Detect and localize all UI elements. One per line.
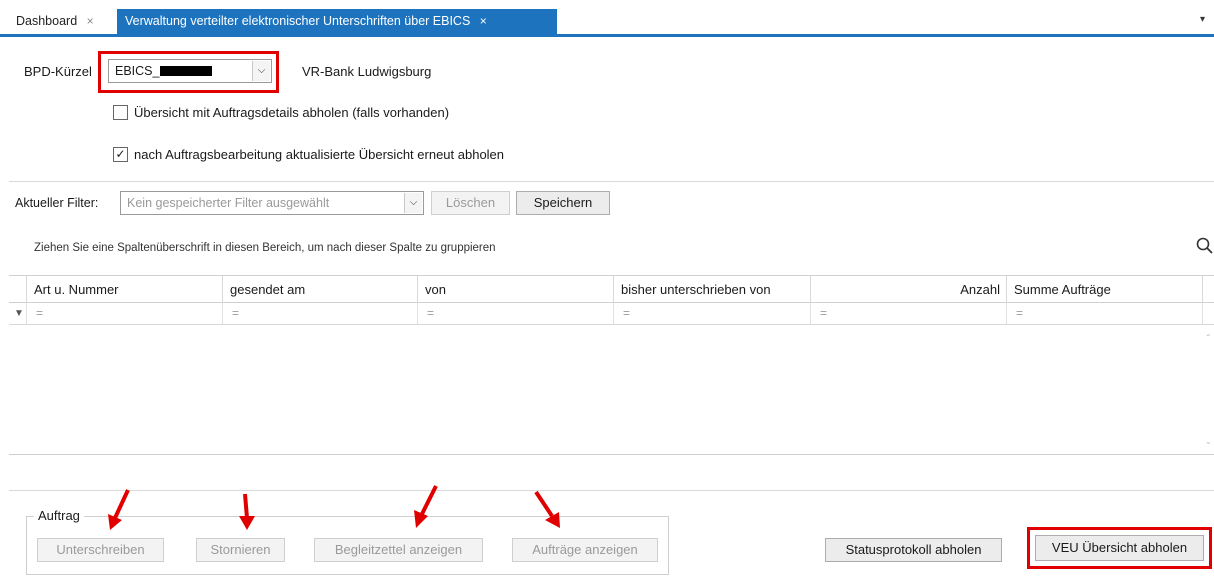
divider bbox=[9, 181, 1214, 182]
grid-filter-row: ▼ = = = = = = bbox=[9, 303, 1214, 325]
veu-overview-button[interactable]: VEU Übersicht abholen bbox=[1035, 535, 1204, 561]
annotation-arrow-icon bbox=[414, 485, 438, 528]
tab-bar: Dashboard × Verwaltung verteilter elektr… bbox=[0, 0, 1214, 37]
refresh-checkbox-label: nach Auftragsbearbeitung aktualisierte Ü… bbox=[134, 147, 505, 162]
bpd-select[interactable]: EBICS_ ⌵ bbox=[108, 59, 272, 83]
filter-cell[interactable]: = bbox=[27, 303, 223, 324]
scroll-up-icon[interactable]: ⌃ bbox=[1205, 333, 1212, 342]
vertical-scrollbar[interactable]: ⌃ ⌄ bbox=[1204, 325, 1214, 455]
filter-cell[interactable]: = bbox=[418, 303, 614, 324]
tab-menu-chevron-icon[interactable]: ▾ bbox=[1200, 14, 1205, 25]
grid-body: ⌃ ⌄ bbox=[9, 325, 1214, 455]
row-indicator-header bbox=[9, 276, 27, 303]
divider bbox=[9, 490, 1214, 491]
bpd-label: BPD-Kürzel bbox=[24, 64, 92, 79]
redaction-mark bbox=[160, 66, 213, 76]
column-header-gesendet[interactable]: gesendet am bbox=[223, 276, 418, 303]
bank-name: VR-Bank Ludwigsburg bbox=[302, 64, 432, 79]
auftrag-group-title: Auftrag bbox=[34, 508, 84, 523]
filter-funnel-icon: ▼ bbox=[9, 303, 27, 324]
bpd-select-value: EBICS_ bbox=[115, 64, 160, 78]
tab-dashboard[interactable]: Dashboard × bbox=[8, 9, 116, 34]
delete-filter-button[interactable]: Löschen bbox=[431, 191, 510, 215]
details-checkbox[interactable] bbox=[113, 105, 128, 120]
grid-header: Art u. Nummer gesendet am von bisher unt… bbox=[9, 275, 1214, 303]
filter-select[interactable]: Kein gespeicherter Filter ausgewählt ⌵ bbox=[120, 191, 424, 215]
checkmark-icon: ✓ bbox=[115, 147, 126, 161]
filter-cell[interactable]: = bbox=[614, 303, 811, 324]
column-header-anzahl[interactable]: Anzahl bbox=[811, 276, 1007, 303]
details-checkbox-label: Übersicht mit Auftragsdetails abholen (f… bbox=[134, 105, 450, 120]
show-orders-button[interactable]: Aufträge anzeigen bbox=[512, 538, 658, 562]
refresh-checkbox[interactable]: ✓ bbox=[113, 147, 128, 162]
annotation-arrow-icon bbox=[108, 489, 130, 530]
column-header-unterschrieben[interactable]: bisher unterschrieben von bbox=[614, 276, 811, 303]
column-header-summe[interactable]: Summe Aufträge bbox=[1007, 276, 1203, 303]
chevron-down-icon[interactable]: ⌵ bbox=[252, 61, 270, 81]
save-filter-button[interactable]: Speichern bbox=[516, 191, 610, 215]
cancel-order-button[interactable]: Stornieren bbox=[196, 538, 285, 562]
sign-button[interactable]: Unterschreiben bbox=[37, 538, 164, 562]
annotation-arrow-icon bbox=[534, 490, 560, 528]
search-icon[interactable] bbox=[1195, 236, 1214, 256]
column-header-von[interactable]: von bbox=[418, 276, 614, 303]
filter-cell[interactable]: = bbox=[223, 303, 418, 324]
filter-label: Aktueller Filter: bbox=[15, 196, 99, 210]
show-slip-button[interactable]: Begleitzettel anzeigen bbox=[314, 538, 483, 562]
status-log-button[interactable]: Statusprotokoll abholen bbox=[825, 538, 1002, 562]
filter-select-placeholder: Kein gespeicherter Filter ausgewählt bbox=[127, 196, 330, 210]
filter-cell[interactable]: = bbox=[811, 303, 1007, 324]
tab-dashboard-label: Dashboard bbox=[16, 14, 78, 28]
chevron-down-icon[interactable]: ⌵ bbox=[404, 193, 422, 213]
close-icon[interactable]: × bbox=[87, 14, 94, 28]
tab-veu-label: Verwaltung verteilter elektronischer Unt… bbox=[125, 14, 471, 28]
tab-veu-management[interactable]: Verwaltung verteilter elektronischer Unt… bbox=[117, 9, 557, 34]
annotation-arrow-icon bbox=[239, 493, 255, 530]
group-by-hint: Ziehen Sie eine Spaltenüberschrift in di… bbox=[34, 242, 496, 254]
column-header-art[interactable]: Art u. Nummer bbox=[27, 276, 223, 303]
close-icon[interactable]: × bbox=[480, 14, 487, 28]
scroll-down-icon[interactable]: ⌄ bbox=[1205, 437, 1212, 446]
filter-cell[interactable]: = bbox=[1007, 303, 1203, 324]
